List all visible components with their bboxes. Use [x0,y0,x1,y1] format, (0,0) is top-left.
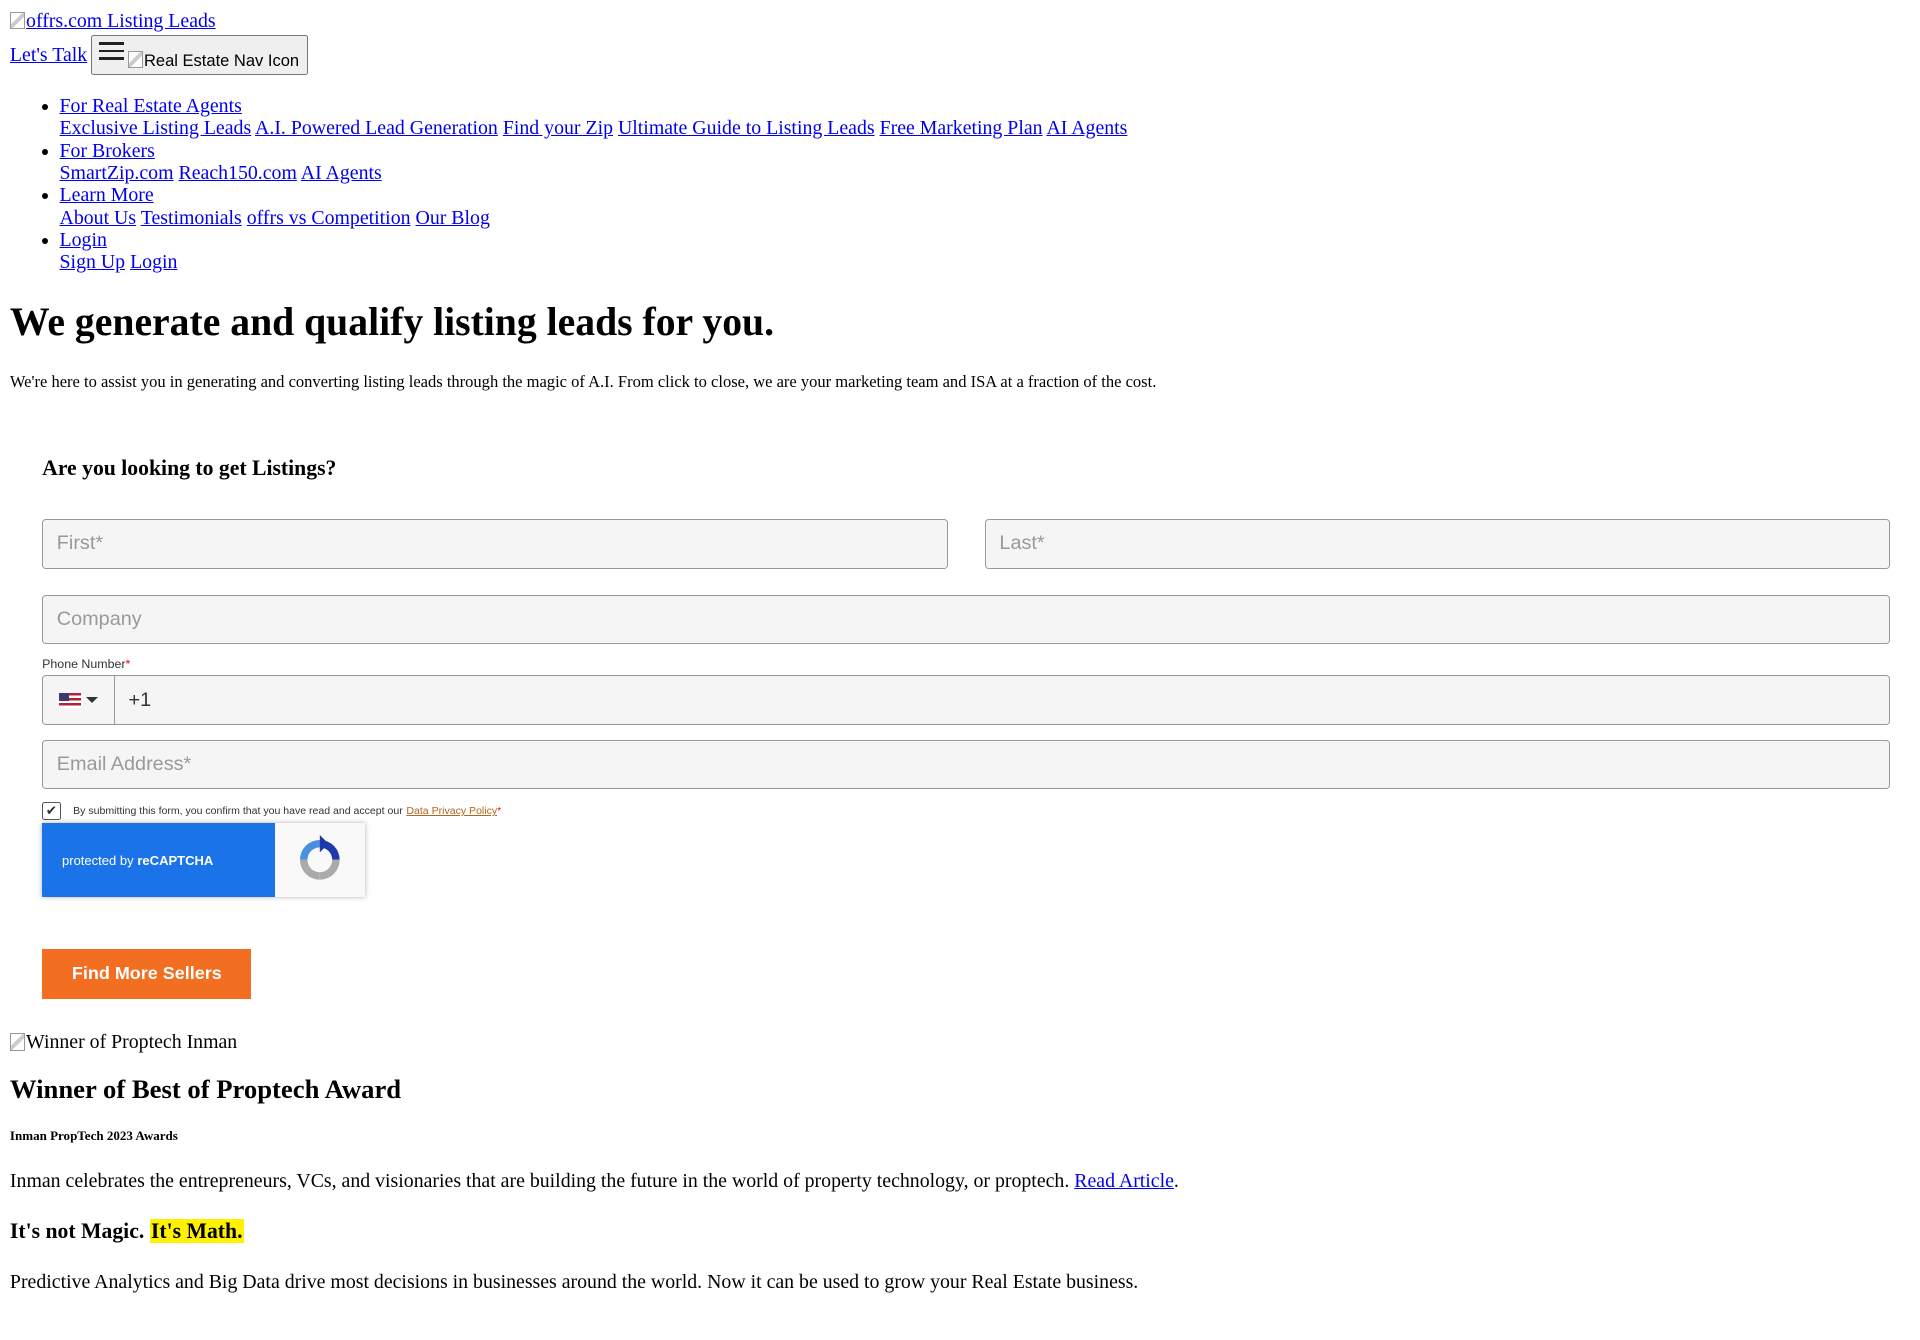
nav-link-sign-up[interactable]: Sign Up [60,251,126,273]
company-input[interactable] [42,594,1891,645]
nav-link-login-sub[interactable]: Login [130,251,177,273]
nav-link-find-your-zip[interactable]: Find your Zip [503,117,613,139]
nav-link-login[interactable]: Login [60,229,107,251]
phone-required-mark: * [125,656,131,671]
phone-input[interactable] [114,676,1890,724]
award-image: Winner of Proptech Inman [9,1031,1890,1054]
nav-icon-image: Real Estate Nav Icon [127,50,300,71]
award-link-suffix: . [1173,1170,1179,1193]
read-article-link[interactable]: Read Article [1074,1170,1174,1192]
us-flag-icon [58,692,82,708]
logo-alt-text: offrs.com Listing Leads [26,9,216,32]
nav-link-ai-agents[interactable]: AI Agents [1046,117,1127,139]
recaptcha-logo [275,822,365,898]
math-text: Predictive Analytics and Big Data drive … [9,1270,1139,1293]
logo-row: offrs.com Listing Leads [9,9,1890,33]
broken-image-icon [127,50,143,69]
logo-link[interactable]: offrs.com Listing Leads [9,9,216,32]
first-name-input[interactable] [42,519,948,569]
nav-link-reach150[interactable]: Reach150.com [179,162,297,184]
recaptcha-icon [300,835,340,880]
nav-link-testimonials[interactable]: Testimonials [141,207,242,229]
recaptcha-prefix: protected by [62,852,134,868]
name-row [42,519,1891,569]
nav-icon-alt: Real Estate Nav Icon [143,50,300,70]
nav-item-agents: For Real Estate Agents Exclusive Listing… [60,95,1891,140]
hero-text: We're here to assist you in generating a… [9,371,1157,391]
award-image-alt: Winner of Proptech Inman [26,1031,238,1054]
nav-link-blog[interactable]: Our Blog [416,207,490,229]
nav-link-free-marketing-plan[interactable]: Free Marketing Plan [880,117,1043,139]
math-title: It's not Magic. It's Math. [10,1218,1890,1244]
phone-field [42,675,1891,725]
recaptcha-text: protected by reCAPTCHA [42,822,276,898]
nav-link-exclusive-listing-leads[interactable]: Exclusive Listing Leads [60,117,252,139]
logo-image-icon [9,12,25,30]
nav-link-ultimate-guide[interactable]: Ultimate Guide to Listing Leads [618,117,875,139]
nav-link-smartzip[interactable]: SmartZip.com [60,162,174,184]
form-title: Are you looking to get Listings? [42,455,337,480]
consent-required-mark: * [497,805,502,818]
nav-item-login: Login Sign Up Login [60,229,1891,274]
nav-submenu-brokers: SmartZip.com Reach150.com AI Agents [60,162,1891,184]
nav-link-agents[interactable]: For Real Estate Agents [60,95,242,117]
consent-text: By submitting this form, you confirm tha… [73,805,403,818]
checkmark-icon: ✔ [45,803,58,819]
nav-submenu-learn-more: About Us Testimonials offrs vs Competiti… [60,207,1891,229]
email-input[interactable] [42,739,1891,790]
privacy-policy-link[interactable]: Data Privacy Policy [406,805,497,817]
nav-link-learn-more[interactable]: Learn More [60,184,154,206]
nav-link-vs-competition[interactable]: offrs vs Competition [247,207,411,229]
award-text: Inman celebrates the entrepreneurs, VCs,… [10,1170,1890,1192]
last-name-input[interactable] [984,519,1891,569]
nav-submenu-login: Sign Up Login [60,251,1891,273]
hamburger-icon [99,37,125,64]
phone-label-text: Phone Number [42,656,126,671]
country-code-dropdown[interactable] [43,676,115,724]
consent-row: ✔ By submitting this form, you confirm t… [42,801,1890,821]
nav-toggle-button[interactable]: Real Estate Nav Icon [90,35,308,76]
nav-submenu-agents: Exclusive Listing Leads A.I. Powered Lea… [60,117,1891,139]
math-title-highlight: It's Math. [149,1219,244,1244]
recaptcha-brand: reCAPTCHA [137,852,214,868]
consent-checkbox[interactable]: ✔ [42,801,61,821]
award-image-icon [9,1033,25,1051]
nav-link-ai-lead-generation[interactable]: A.I. Powered Lead Generation [255,117,498,139]
hero-title: We generate and qualify listing leads fo… [9,299,775,344]
header-actions: Let's Talk Real Estate Nav Icon [10,35,1890,76]
nav-item-learn-more: Learn More About Us Testimonials offrs v… [60,184,1891,229]
award-description: Inman celebrates the entrepreneurs, VCs,… [9,1170,1070,1193]
find-more-sellers-button[interactable]: Find More Sellers [42,949,252,999]
nav-link-brokers-ai-agents[interactable]: AI Agents [301,162,382,184]
lets-talk-link[interactable]: Let's Talk [10,43,87,68]
nav-link-brokers[interactable]: For Brokers [60,140,155,162]
nav-item-brokers: For Brokers SmartZip.com Reach150.com AI… [60,140,1891,185]
recaptcha-badge[interactable]: protected by reCAPTCHA [42,822,365,898]
page: offrs.com Listing Leads Let's Talk Real … [0,0,1900,1303]
chevron-down-icon [86,697,99,703]
award-title: Winner of Best of Proptech Award [9,1074,402,1105]
math-title-plain: It's not Magic. [9,1219,145,1244]
phone-label: Phone Number* [42,657,1890,672]
main-nav: For Real Estate Agents Exclusive Listing… [10,95,1890,274]
lead-form: Are you looking to get Listings? Phone N… [10,455,1891,999]
nav-link-about-us[interactable]: About Us [60,207,137,229]
award-subtitle: Inman PropTech 2023 Awards [9,1127,178,1143]
